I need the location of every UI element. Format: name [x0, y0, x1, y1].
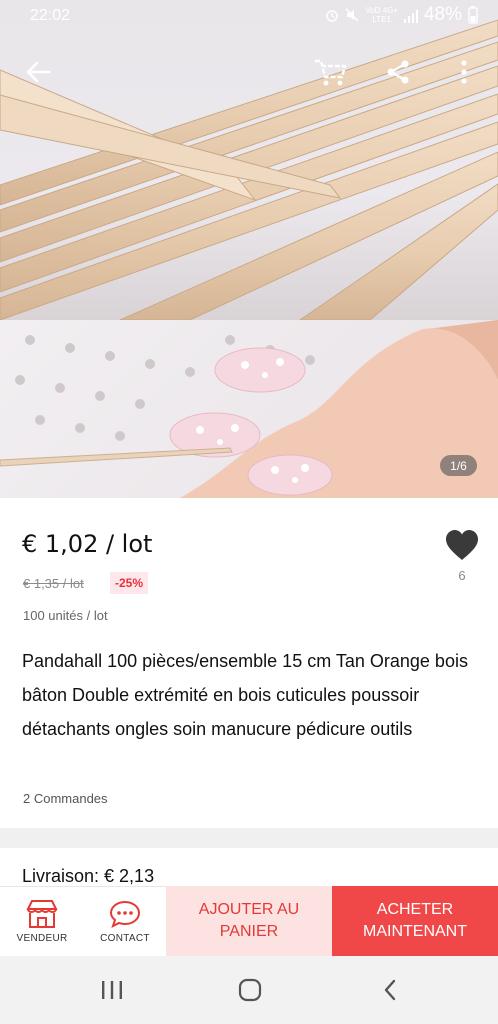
cart-icon — [315, 59, 347, 86]
gallery-pager: 1/6 — [440, 455, 477, 476]
recent-apps-icon — [102, 981, 122, 999]
chat-icon — [109, 900, 141, 928]
seller-button[interactable]: VENDEUR — [0, 886, 84, 956]
buy-now-button[interactable]: ACHETER MAINTENANT — [332, 886, 498, 956]
share-button[interactable] — [378, 52, 418, 92]
status-bar: 22:02 VoD 4G+ LTE1 48% — [0, 0, 498, 34]
heart-icon — [446, 530, 478, 560]
units-per-lot: 100 unités / lot — [23, 608, 108, 623]
mute-icon — [345, 8, 359, 22]
home-button[interactable] — [228, 970, 272, 1010]
network-indicator: VoD 4G+ LTE1 — [365, 6, 398, 24]
top-action-bar — [0, 52, 498, 92]
signal-icon — [403, 7, 418, 23]
original-price: € 1,35 / lot — [23, 576, 84, 591]
wooden-sticks-illustration — [0, 19, 498, 320]
alarm-icon — [326, 10, 339, 22]
product-title: Pandahall 100 pièces/ensemble 15 cm Tan … — [22, 651, 468, 739]
orders-count: 2 Commandes — [23, 791, 108, 806]
contact-button[interactable]: CONTACT — [84, 886, 166, 956]
more-button[interactable] — [444, 52, 484, 92]
favorite-button[interactable] — [444, 528, 480, 564]
chevron-left-icon — [384, 979, 396, 1001]
contact-label: CONTACT — [100, 932, 150, 944]
battery-percent: 48% — [423, 4, 462, 25]
manicure-illustration — [0, 320, 498, 498]
store-icon — [26, 899, 58, 928]
more-vertical-icon — [461, 60, 467, 84]
system-navigation-bar — [0, 956, 498, 1024]
discount-badge: -25% — [110, 572, 149, 594]
status-time: 22:02 — [30, 7, 71, 24]
back-button[interactable] — [18, 52, 58, 92]
favorites-count: 6 — [458, 568, 466, 583]
product-price: € 1,02 / lot — [22, 530, 153, 558]
battery-icon — [468, 6, 478, 24]
recent-apps-button[interactable] — [90, 970, 134, 1010]
product-image-gallery[interactable]: 22:02 VoD 4G+ LTE1 48% 1/6 — [0, 0, 498, 498]
cart-button[interactable] — [310, 52, 350, 92]
arrow-left-icon — [26, 61, 51, 83]
share-icon — [387, 60, 409, 84]
add-to-cart-button[interactable]: AJOUTER AU PANIER — [166, 886, 332, 956]
back-nav-button[interactable] — [368, 970, 412, 1010]
seller-label: VENDEUR — [16, 932, 68, 944]
home-icon — [238, 978, 262, 1002]
section-divider — [0, 828, 498, 848]
shipping-price: Livraison: € 2,13 — [22, 866, 155, 886]
